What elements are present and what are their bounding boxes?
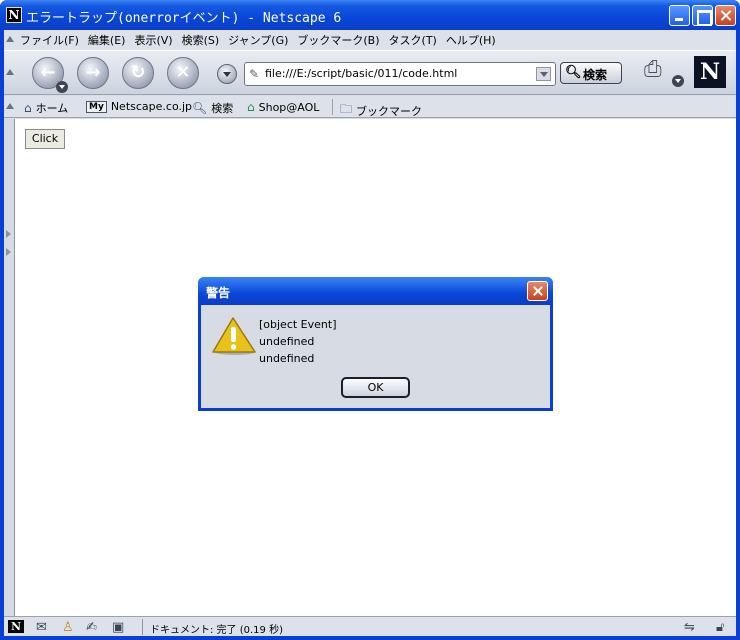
magnifier-icon: 🔍︎ [565,65,582,80]
address-book-icon[interactable]: ▣ [112,620,124,635]
url-history-dropdown[interactable] [536,67,551,81]
home-label: ホーム [35,102,69,115]
dialog-title-bar[interactable]: 警告 [198,277,553,305]
sidebar-arrow-icon [6,230,11,238]
bookmarks-label: ブックマーク [356,104,423,118]
menu-edit[interactable]: 編集(E) [88,32,126,48]
navigator-icon[interactable]: N [8,620,25,633]
sidebar-grip[interactable] [6,220,12,300]
menubar-grip-icon[interactable] [6,36,14,46]
menu-tasks[interactable]: タスク(T) [389,32,437,48]
netscape-label: Netscape.co.jp [110,100,193,113]
shop-link[interactable]: ⌂ Shop@AOL [247,100,319,114]
online-status-icon[interactable]: ⇋ [684,620,695,635]
search-button-label: 検索 [583,68,608,82]
status-bar: N ✉ ♙ ✍ ▣ ドキュメント: 完了 (0.19 秒) ⇋ 🔓︎ [4,616,736,636]
message-line: undefined [259,335,315,348]
url-field[interactable]: ✎ file:///E:/script/basic/011/code.html [244,62,556,86]
close-button[interactable] [715,5,736,26]
search-link[interactable]: 🔍︎ 検索 [192,100,233,116]
shop-label: Shop@AOL [258,100,320,114]
menu-items: ファイル(F) 編集(E) 表示(V) 検索(S) ジャンプ(G) ブックマーク… [20,32,496,48]
security-lock-icon[interactable]: 🔓︎ [716,620,724,635]
menu-search[interactable]: 検索(S) [182,32,220,48]
url-menu-button[interactable] [217,64,237,84]
instant-messenger-icon[interactable]: ♙ [62,620,74,635]
message-line: [object Event] [259,318,337,331]
navbar-grip-icon[interactable] [6,69,14,79]
url-text: file:///E:/script/basic/011/code.html [265,67,458,80]
search-button[interactable]: 🔍︎ 検索 [560,62,622,84]
home-icon: ⌂ [24,101,32,115]
search-icon: 🔍︎ [192,101,208,115]
reload-icon: ↻ [130,62,146,83]
mail-icon[interactable]: ✉ [36,620,47,635]
window-title: エラートラップ(onerrorイベント) - Netscape 6 [26,11,342,26]
sidebar-arrow-icon [6,248,11,256]
print-dropdown-icon[interactable] [672,75,684,87]
composer-icon[interactable]: ✍ [86,620,97,635]
bookmarks-folder[interactable]: 🗀 ブックマーク [340,100,422,121]
click-button[interactable]: Click [25,129,65,149]
warning-icon [212,317,256,355]
menu-view[interactable]: 表示(V) [134,32,172,48]
menu-file[interactable]: ファイル(F) [20,32,79,48]
stop-icon: ✕ [175,62,191,83]
ok-button[interactable]: OK [341,377,410,398]
folder-icon: 🗀 [340,102,353,116]
home-link[interactable]: ⌂ ホーム [24,100,68,116]
my-netscape-icon: My [86,100,107,113]
stop-button[interactable]: ✕ [167,57,199,89]
page-proxy-icon: ✎ [249,67,260,81]
maximize-button[interactable] [692,5,713,26]
search-label: 検索 [211,102,234,115]
forward-arrow-icon: → [85,62,101,83]
personalbar-grip-icon[interactable] [6,103,14,113]
forward-button[interactable]: → [77,57,109,89]
netscape-logo[interactable]: N [694,56,726,88]
netscape-link[interactable]: My Netscape.co.jp [86,100,192,113]
reload-button[interactable]: ↻ [122,57,154,89]
dialog-body: [object Event] undefined undefined OK [201,305,550,408]
print-icon[interactable]: ⎙ [644,57,674,82]
message-line: undefined [259,352,315,365]
menu-go[interactable]: ジャンプ(G) [228,32,288,48]
navigation-toolbar: ← → ↻ ✕ ✎ file:///E:/script/basic/011/co… [4,50,736,95]
status-text: ドキュメント: 完了 (0.19 秒) [150,625,283,636]
menu-bookmarks[interactable]: ブックマーク(B) [297,32,379,48]
dialog-title: 警告 [206,286,231,300]
alert-dialog: 警告 [object Event] undefined undefined OK [198,277,553,411]
menu-help[interactable]: ヘルプ(H) [446,32,496,48]
shop-icon: ⌂ [247,100,255,114]
toolbar-divider [332,99,333,115]
minimize-button[interactable] [669,5,690,26]
back-history-dropdown-icon[interactable] [56,81,68,93]
personal-toolbar: ⌂ ホーム My Netscape.co.jp 🔍︎ 検索 ⌂ Shop@AOL… [4,96,736,118]
dialog-close-button[interactable] [527,281,548,301]
title-bar[interactable]: N エラートラップ(onerrorイベント) - Netscape 6 [0,0,740,30]
statusbar-divider [142,619,143,635]
menu-bar: ファイル(F) 編集(E) 表示(V) 検索(S) ジャンプ(G) ブックマーク… [4,30,736,50]
netscape-app-icon: N [6,7,22,23]
